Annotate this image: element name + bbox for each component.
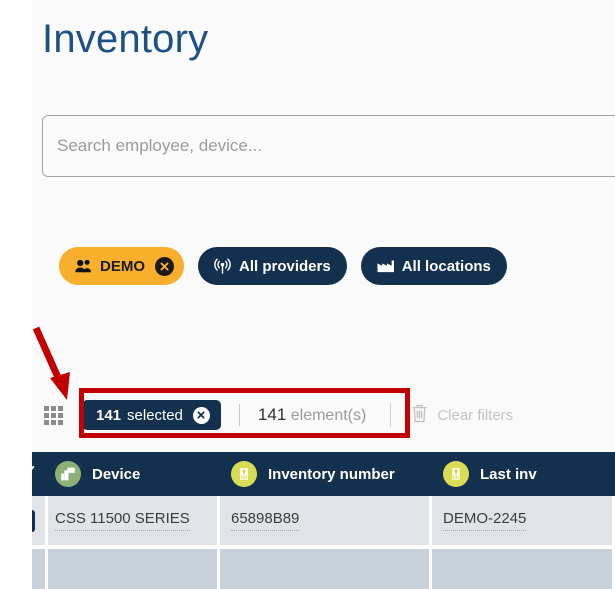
filter-chip-all-locations[interactable]: All locations xyxy=(360,247,507,285)
trash-icon xyxy=(411,404,428,427)
remove-filter-demo-button[interactable] xyxy=(155,256,174,276)
clear-filters-label: Clear filters xyxy=(437,406,514,424)
table-header-row: Device Inventory number Last inv xyxy=(3,452,615,496)
filter-chip-all-providers[interactable]: All providers xyxy=(198,247,347,285)
search-input[interactable] xyxy=(42,115,615,177)
element-count-number: 141 xyxy=(257,405,287,424)
devices-icon xyxy=(55,461,81,487)
filter-chip-label: All providers xyxy=(239,257,331,275)
page-title: Inventory xyxy=(42,17,209,61)
table-row[interactable]: CSS 11500 SERIES 65898B89 DEMO-2245 xyxy=(3,496,615,545)
inventory-table: Device Inventory number Last inv CSS 115… xyxy=(3,452,615,589)
filter-chip-label: All locations xyxy=(401,257,491,275)
left-nav-rail xyxy=(0,0,32,589)
filter-chips: DEMO All providers All locations xyxy=(59,247,507,285)
element-count-label: element(s) xyxy=(290,407,367,424)
selected-label: selected xyxy=(127,406,183,424)
factory-icon xyxy=(377,259,394,273)
inventory-page: Inventory DEMO xyxy=(0,0,615,589)
selected-count: 141 xyxy=(96,406,122,424)
barcode-tag-icon xyxy=(231,461,257,487)
cell-device: CSS 11500 SERIES xyxy=(48,496,220,545)
cell-value: CSS 11500 SERIES xyxy=(55,510,190,531)
search-field-wrapper xyxy=(42,115,615,177)
toolbar-divider-1 xyxy=(238,404,240,426)
people-icon xyxy=(75,259,92,273)
cell-value: 65898B89 xyxy=(231,510,300,531)
cell-last-inventory: DEMO-2245 xyxy=(432,496,615,545)
cell-device xyxy=(48,549,220,589)
clear-filters-button[interactable]: Clear filters xyxy=(411,404,513,427)
clear-selection-button[interactable] xyxy=(192,406,210,424)
cell-last-inventory xyxy=(432,549,615,589)
cell-value: DEMO-2245 xyxy=(443,510,527,531)
column-header-last-inventory[interactable]: Last inv xyxy=(432,452,615,496)
filter-chip-label: DEMO xyxy=(100,257,145,275)
toolbar-divider-2 xyxy=(390,403,392,427)
grid-view-icon[interactable] xyxy=(42,404,64,426)
column-header-device[interactable]: Device xyxy=(48,452,220,496)
cell-inventory-number xyxy=(220,549,432,589)
selected-count-chip[interactable]: 141 selected xyxy=(82,400,221,430)
column-header-label: Inventory number xyxy=(268,465,395,483)
barcode-tag-icon xyxy=(443,461,469,487)
filter-chip-demo[interactable]: DEMO xyxy=(59,247,184,285)
column-header-label: Last inv xyxy=(480,465,537,483)
column-header-inventory-number[interactable]: Inventory number xyxy=(220,452,432,496)
broadcast-icon xyxy=(214,258,231,275)
table-row[interactable] xyxy=(3,549,615,589)
selection-toolbar: 141 selected 141 element(s) Clear filter… xyxy=(42,398,513,432)
element-count: 141 element(s) xyxy=(258,405,366,425)
cell-inventory-number: 65898B89 xyxy=(220,496,432,545)
column-header-label: Device xyxy=(92,465,141,483)
